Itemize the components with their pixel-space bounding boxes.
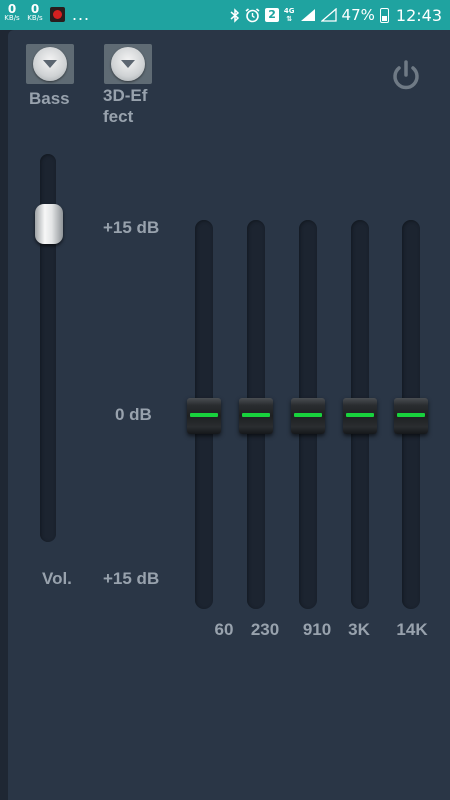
eq-band-230-thumb[interactable] — [239, 398, 273, 434]
volume-label: Vol. — [42, 569, 72, 588]
clock: 12:43 — [395, 5, 442, 25]
3d-effect-label: 3D-Ef fect — [103, 85, 147, 127]
scale-middle-label: 0 dB — [115, 405, 152, 424]
notification-count-badge: 2 — [265, 8, 279, 22]
bluetooth-icon — [230, 7, 240, 23]
3d-effect-label-line1: 3D-Ef — [103, 86, 148, 105]
app-notification-icon — [50, 7, 65, 22]
eq-band-60-thumb[interactable] — [187, 398, 221, 434]
chevron-down-icon — [33, 47, 67, 81]
scale-top-label: +15 dB — [103, 218, 160, 237]
battery-percent: 47% — [341, 6, 375, 24]
power-icon[interactable] — [388, 58, 424, 94]
eq-band-230-label: 230 — [250, 620, 280, 639]
upload-speed: 0 KB/s — [25, 3, 45, 22]
status-icons: 2 4G ⇅ 47% 12:43 — [230, 0, 442, 30]
more-notifications-icon: ... — [72, 4, 91, 24]
eq-band-910-thumb[interactable] — [291, 398, 325, 434]
network-type-icon: 4G ⇅ — [283, 7, 295, 23]
bass-label: Bass — [29, 89, 70, 108]
eq-band-3k-thumb[interactable] — [343, 398, 377, 434]
eq-band-14k-label: 14K — [396, 620, 428, 639]
signal-outline-icon — [320, 8, 337, 22]
bass-dropdown-button[interactable] — [26, 44, 74, 84]
alarm-icon — [245, 7, 260, 22]
download-speed: 0 KB/s — [2, 3, 22, 22]
equalizer-panel: Bass 3D-Ef fect Vol. +15 dB 0 dB +15 dB … — [8, 30, 450, 800]
volume-slider-thumb[interactable] — [35, 204, 63, 244]
status-bar: 0 KB/s 0 KB/s ... 2 4G ⇅ 47% 12:43 — [0, 0, 450, 30]
signal-icon — [300, 9, 315, 21]
eq-band-3k-label: 3K — [348, 620, 370, 639]
eq-band-910-label: 910 — [302, 620, 332, 639]
3d-effect-label-line2: fect — [103, 107, 134, 126]
network-type-label: 4G — [283, 7, 295, 15]
eq-band-14k-thumb[interactable] — [394, 398, 428, 434]
chevron-down-icon — [111, 47, 145, 81]
upload-speed-unit: KB/s — [27, 14, 43, 22]
scale-bottom-label: +15 dB — [103, 569, 160, 588]
download-speed-unit: KB/s — [4, 14, 20, 22]
3d-effect-dropdown-button[interactable] — [104, 44, 152, 84]
eq-band-60-label: 60 — [214, 620, 234, 639]
battery-icon — [379, 7, 389, 23]
